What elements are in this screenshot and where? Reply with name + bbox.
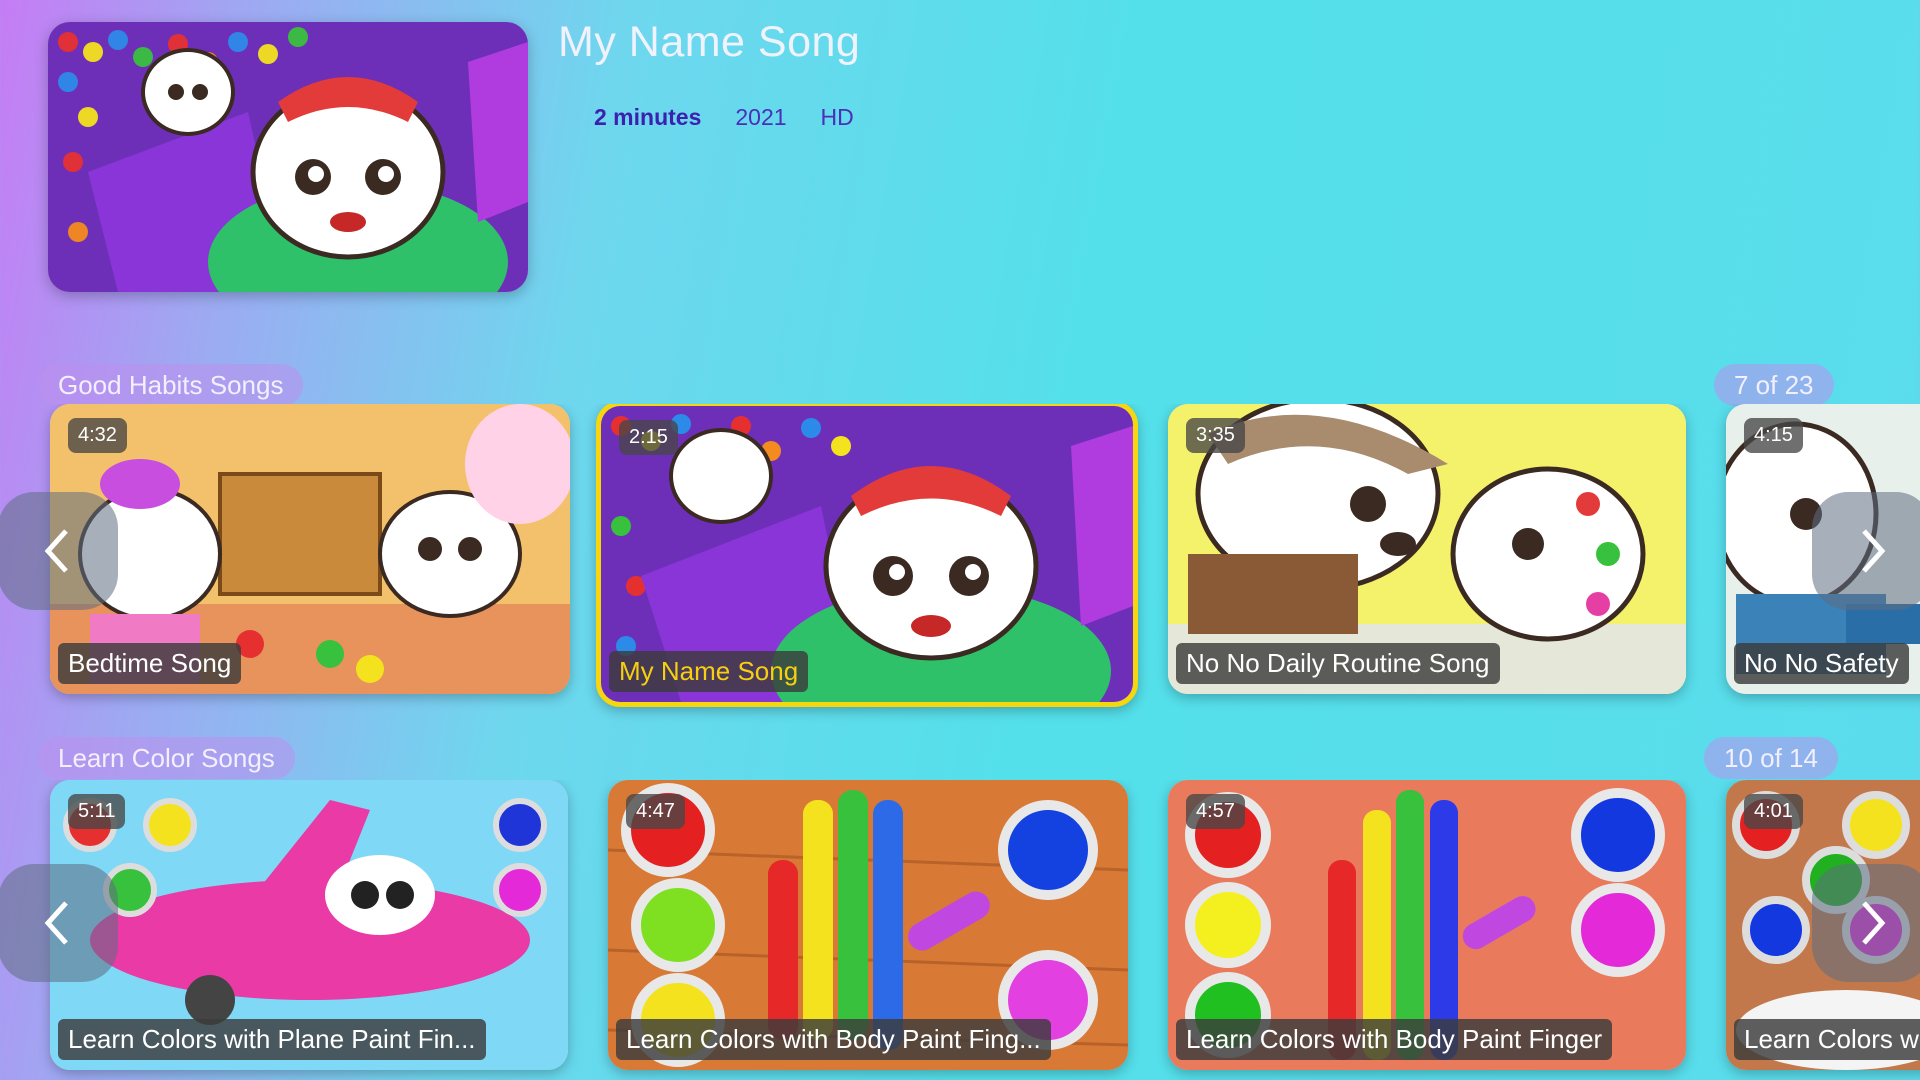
hero-thumbnail xyxy=(48,22,528,292)
video-title: Learn Colors with Body Paint Finger xyxy=(1176,1019,1613,1060)
hero-year: 2021 xyxy=(735,104,787,130)
row-counter-learn-color: 10 of 14 xyxy=(1704,737,1838,779)
row-prev-button[interactable] xyxy=(0,864,118,982)
video-title: My Name Song xyxy=(609,651,809,692)
hero-duration: 2 minutes xyxy=(594,104,702,130)
row-counter-good-habits: 7 of 23 xyxy=(1714,364,1834,406)
video-title: Learn Colors with Body Paint Fing... xyxy=(616,1019,1051,1060)
video-title: No No Daily Routine Song xyxy=(1176,643,1500,684)
video-card[interactable]: 4:47 Learn Colors with Body Paint Fing..… xyxy=(608,780,1128,1070)
chevron-left-icon xyxy=(44,529,68,573)
video-title: Learn Colors with Plane Paint Fin... xyxy=(58,1019,486,1060)
video-card[interactable]: 4:57 Learn Colors with Body Paint Finger xyxy=(1168,780,1686,1070)
row-next-button[interactable] xyxy=(1812,492,1920,610)
chevron-right-icon xyxy=(1862,529,1886,573)
chevron-right-icon xyxy=(1862,901,1886,945)
hero-quality: HD xyxy=(820,104,854,130)
row-title-learn-color: Learn Color Songs xyxy=(38,737,295,779)
video-card[interactable]: 4:32 Bedtime Song xyxy=(50,404,570,694)
duration-badge: 2:15 xyxy=(619,420,678,455)
row-title-good-habits: Good Habits Songs xyxy=(38,364,304,406)
duration-badge: 4:01 xyxy=(1744,794,1803,829)
hero-meta: 2 minutes 2021 HD xyxy=(594,104,854,131)
duration-badge: 5:11 xyxy=(68,794,126,829)
video-card-selected[interactable]: 2:15 My Name Song xyxy=(596,404,1138,707)
duration-badge: 3:35 xyxy=(1186,418,1245,453)
duration-badge: 4:32 xyxy=(68,418,127,453)
row-learn-color: 5:11 Learn Colors with Plane Paint Fin..… xyxy=(0,780,1920,1080)
duration-badge: 4:15 xyxy=(1744,418,1803,453)
video-title: Bedtime Song xyxy=(58,643,242,684)
video-title: Learn Colors w xyxy=(1734,1019,1920,1060)
row-prev-button[interactable] xyxy=(0,492,118,610)
video-title: No No Safety xyxy=(1734,643,1909,684)
hero-title: My Name Song xyxy=(558,18,861,66)
duration-badge: 4:47 xyxy=(626,794,685,829)
video-card[interactable]: 3:35 No No Daily Routine Song xyxy=(1168,404,1686,694)
row-good-habits: 4:32 Bedtime Song 2:15 My Name Song 3:35… xyxy=(0,404,1920,724)
chevron-left-icon xyxy=(44,901,68,945)
duration-badge: 4:57 xyxy=(1186,794,1245,829)
video-card[interactable]: 5:11 Learn Colors with Plane Paint Fin..… xyxy=(50,780,568,1070)
row-next-button[interactable] xyxy=(1812,864,1920,982)
